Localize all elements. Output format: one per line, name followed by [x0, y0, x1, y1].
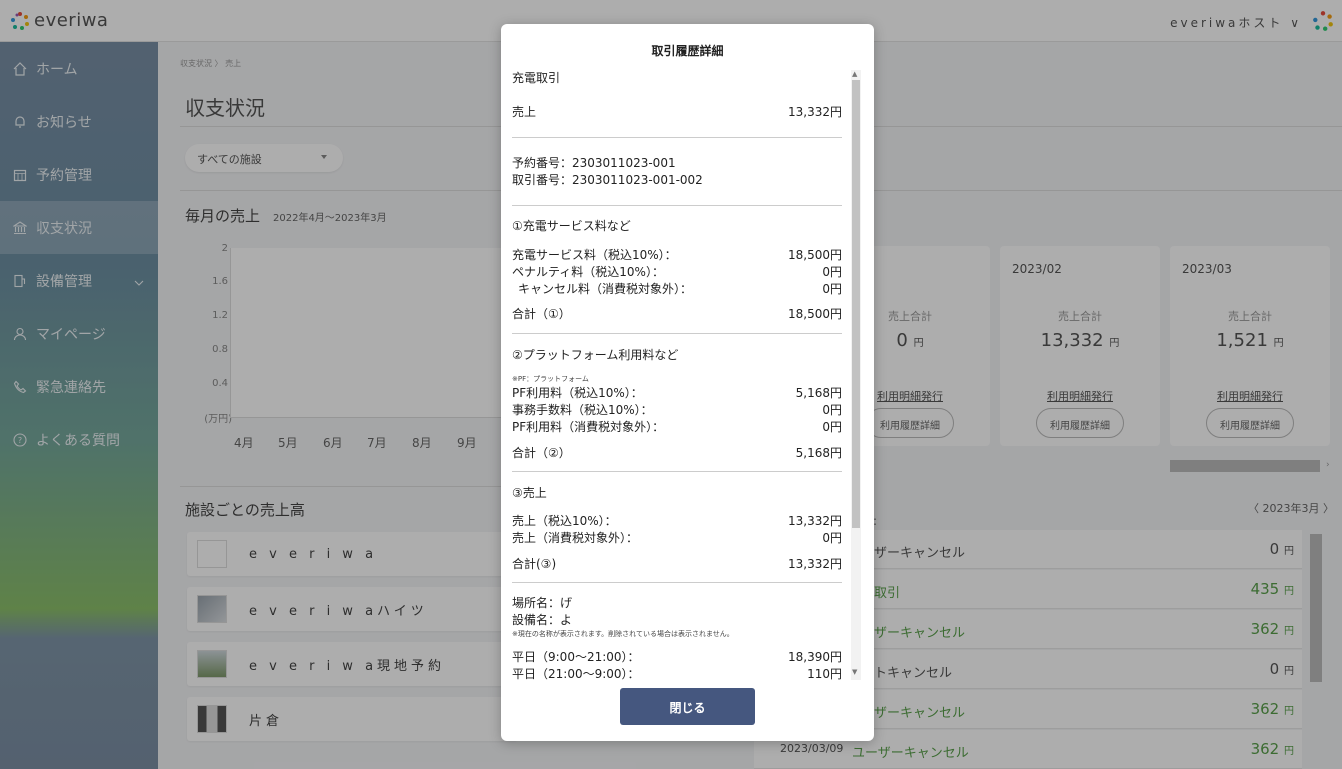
divider	[512, 205, 842, 206]
subtotal-row: 合計（①） 18,500円	[512, 306, 842, 322]
subtotal-value: 5,168円	[795, 446, 842, 460]
detail-row: PF利用料（消費税対象外）： 0円	[512, 419, 842, 435]
detail-value: 18,500円	[788, 248, 842, 262]
close-button[interactable]: 閉じる	[620, 688, 755, 725]
subtotal-value: 18,500円	[788, 307, 842, 321]
detail-value: 0円	[822, 265, 842, 279]
detail-row: 平日（9:00〜21:00）： 18,390円	[512, 649, 842, 665]
place-note: ※現在の名称が表示されます。削除されている場合は表示されません。	[512, 630, 734, 638]
detail-value: 0円	[822, 420, 842, 434]
subtotal-row: 合計（②） 5,168円	[512, 445, 842, 461]
detail-label: ペナルティ料（税込10%）：	[512, 265, 664, 279]
detail-value: 0円	[822, 282, 842, 296]
section-title: ③売上	[512, 486, 547, 500]
detail-label: 売上（消費税対象外）：	[512, 531, 639, 545]
detail-label: PF利用料（税込10%）：	[512, 386, 643, 400]
modal-scrollbar-thumb[interactable]	[852, 80, 860, 528]
detail-row: 平日（21:00〜9:00）： 110円	[512, 666, 842, 680]
detail-row: 売上（税込10%）： 13,332円	[512, 513, 842, 529]
detail-value: 13,332円	[788, 514, 842, 528]
detail-value: 0円	[822, 531, 842, 545]
detail-row: PF利用料（税込10%）： 5,168円	[512, 385, 842, 401]
scroll-down-icon[interactable]: ▼	[852, 668, 857, 676]
detail-value: 110円	[807, 667, 842, 680]
section-title: ②プラットフォーム利用料など	[512, 348, 679, 362]
sales-row: 売上 13,332円	[512, 104, 842, 120]
equipment-name: 設備名：よ	[512, 613, 573, 627]
detail-label: 平日（21:00〜9:00）：	[512, 667, 640, 680]
detail-label: 平日（9:00〜21:00）：	[512, 650, 640, 664]
detail-value: 0円	[822, 403, 842, 417]
divider	[512, 137, 842, 138]
detail-row: 充電サービス料（税込10%）： 18,500円	[512, 247, 842, 263]
divider	[512, 582, 842, 583]
reservation-number: 予約番号：2303011023-001	[512, 156, 676, 170]
section-title: ①充電サービス料など	[512, 219, 631, 233]
detail-value: 5,168円	[795, 386, 842, 400]
detail-label: PF利用料（消費税対象外）：	[512, 420, 665, 434]
detail-label: 売上（税込10%）：	[512, 514, 617, 528]
detail-value: 18,390円	[788, 650, 842, 664]
modal-body: 充電取引 売上 13,332円 予約番号：2303011023-001 取引番号…	[512, 68, 844, 680]
detail-row: キャンセル料（消費税対象外）： 0円	[512, 281, 842, 297]
modal-title: 取引履歴詳細	[651, 44, 724, 58]
subtotal-label: 合計(③)	[512, 557, 557, 571]
detail-row: 売上（消費税対象外）： 0円	[512, 530, 842, 546]
sales-label: 売上	[512, 105, 537, 119]
detail-row: 事務手数料（税込10%）： 0円	[512, 402, 842, 418]
scroll-up-icon[interactable]: ▲	[852, 70, 857, 78]
divider	[512, 471, 842, 472]
transaction-number: 取引番号：2303011023-001-002	[512, 173, 703, 187]
detail-label: 事務手数料（税込10%）：	[512, 403, 653, 417]
detail-label: 充電サービス料（税込10%）：	[512, 248, 677, 262]
sales-value: 13,332円	[788, 105, 842, 119]
place-name: 場所名：げ	[512, 596, 573, 610]
transaction-detail-modal: 取引履歴詳細 充電取引 売上 13,332円 予約番号：2303011023-0…	[501, 24, 874, 741]
divider	[512, 333, 842, 334]
subtotal-label: 合計（②）	[512, 446, 571, 460]
detail-label: キャンセル料（消費税対象外）：	[518, 282, 693, 296]
subtotal-value: 13,332円	[788, 557, 842, 571]
section-note: ※PF：プラットフォーム	[512, 375, 589, 383]
subtotal-label: 合計（①）	[512, 307, 571, 321]
subtotal-row: 合計(③) 13,332円	[512, 556, 842, 572]
detail-row: ペナルティ料（税込10%）： 0円	[512, 264, 842, 280]
tx-kind: 充電取引	[512, 71, 561, 85]
